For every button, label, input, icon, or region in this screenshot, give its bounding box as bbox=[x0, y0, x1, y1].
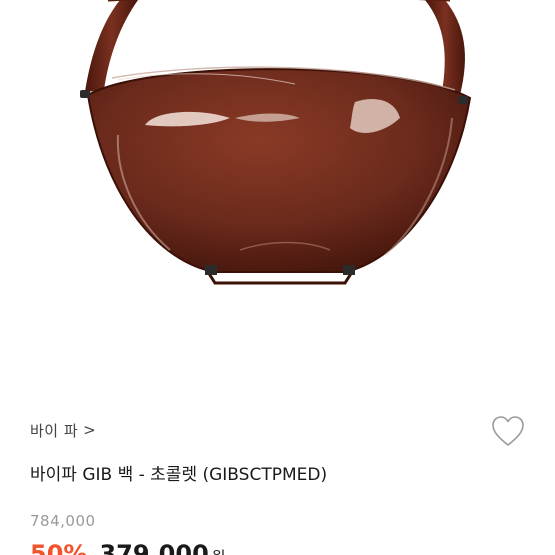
product-title: 바이파 GIB 백 - 초콜렛 (GIBSCTPMED) bbox=[30, 465, 328, 485]
original-price: 784,000 bbox=[30, 512, 96, 530]
sale-price: 379,000 bbox=[99, 540, 209, 555]
brand-link[interactable]: 바이 파 > bbox=[30, 418, 96, 442]
chevron-right-icon: > bbox=[83, 421, 97, 439]
price-row: 50% 379,000 원 bbox=[30, 540, 226, 555]
product-detail-page: 바이 파 > 바이파 GIB 백 - 초콜렛 (GIBSCTPMED) 784,… bbox=[0, 0, 555, 555]
currency-unit: 원 bbox=[212, 546, 226, 555]
wishlist-button[interactable] bbox=[489, 413, 527, 449]
brand-name: 바이 파 bbox=[30, 421, 79, 440]
bag-illustration bbox=[80, 0, 472, 285]
product-image[interactable] bbox=[0, 0, 555, 395]
heart-outline-icon bbox=[492, 416, 524, 446]
bag-body bbox=[86, 68, 472, 273]
discount-rate: 50% bbox=[30, 540, 88, 555]
bag-strap-right bbox=[425, 0, 465, 95]
